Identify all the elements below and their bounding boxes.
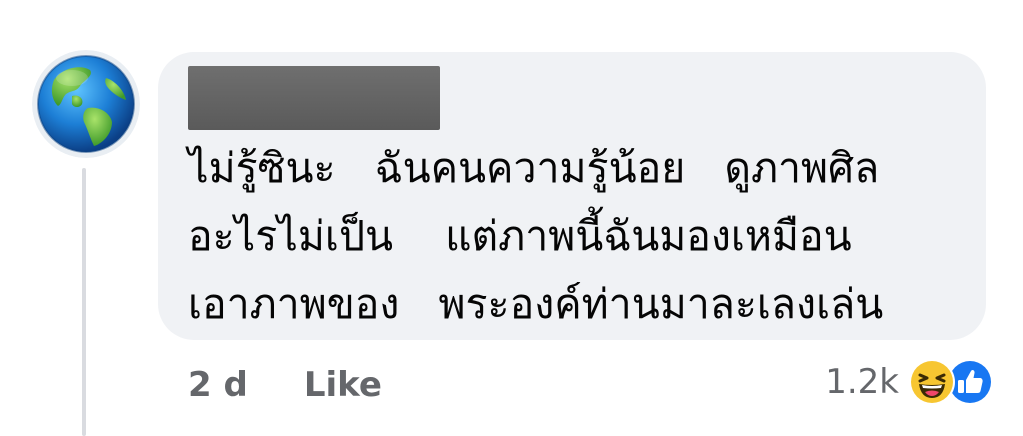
reply-thread-line: [82, 168, 86, 436]
comment-text: ไม่รู้ซินะ ฉันคนความรู้น้อย ดูภาพศิล อะไ…: [188, 144, 884, 328]
comment-timestamp[interactable]: 2 d: [188, 365, 248, 405]
reaction-icons: [909, 359, 993, 405]
like-button[interactable]: Like: [304, 365, 382, 405]
globe-icon: [32, 50, 140, 158]
comment-actions: 2 d Like: [188, 360, 382, 410]
haha-icon: [909, 359, 955, 405]
reaction-count[interactable]: 1.2k: [825, 362, 899, 402]
avatar[interactable]: [32, 50, 140, 158]
author-name-redacted[interactable]: [188, 66, 440, 130]
reaction-summary[interactable]: 1.2k: [825, 358, 993, 406]
comment-bubble: ไม่รู้ซินะ ฉันคนความรู้น้อย ดูภาพศิล อะไ…: [158, 52, 986, 340]
